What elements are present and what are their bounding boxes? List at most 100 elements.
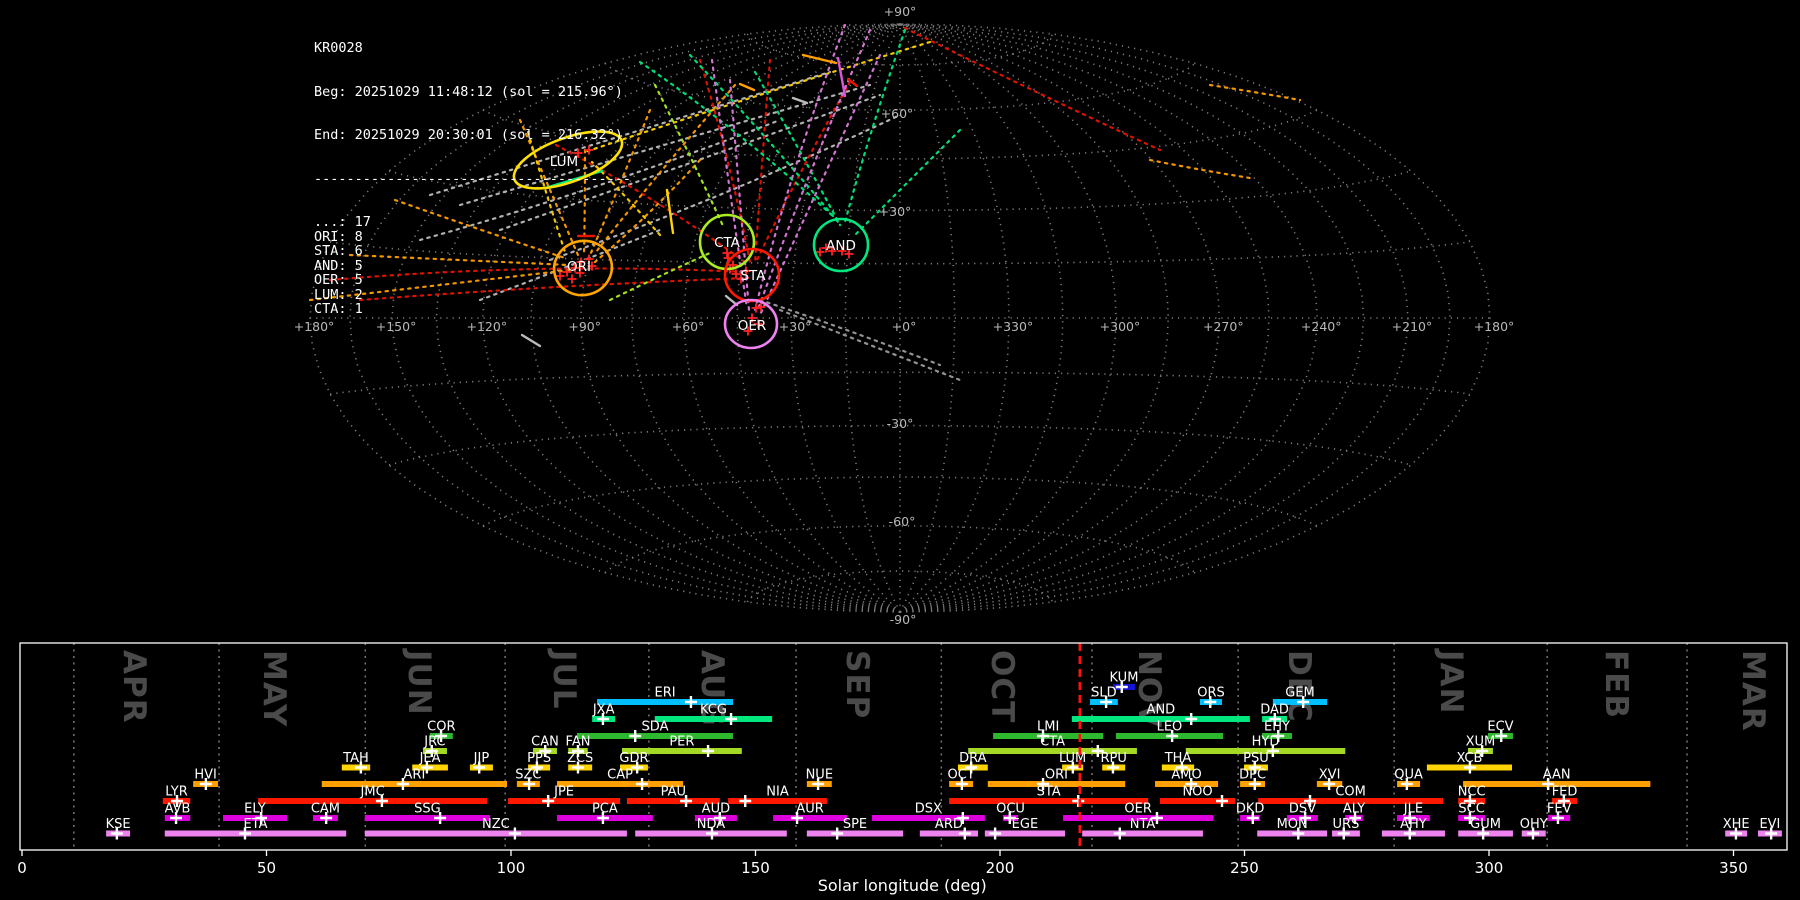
radiant-code-label: AND — [826, 238, 856, 254]
shower-code-label: DAD — [1260, 703, 1289, 718]
shower-code-label: MON — [1277, 817, 1308, 832]
shower-count-row: OER: 5 — [314, 272, 363, 288]
x-tick-label: 150 — [741, 859, 770, 877]
shower-code-label: SDA — [642, 720, 669, 735]
month-label: JUL — [546, 648, 582, 709]
shower-code-label: AUD — [702, 802, 730, 817]
shower-code-label: AHY — [1400, 817, 1427, 832]
grid-meridian — [899, 23, 1365, 613]
shower-code-label: CAP — [607, 768, 633, 783]
map-lon-label: +30° — [779, 319, 812, 334]
shower-code-label: GEM — [1285, 686, 1315, 701]
shower-peak-marker — [1113, 827, 1126, 840]
x-tick-label: 250 — [1230, 859, 1259, 877]
shower-code-label: DSX — [915, 802, 942, 817]
shower-code-label: JLE — [1403, 802, 1423, 817]
activity-timeline: APR MAY JUN JUL AUG SEP OCT NOV DEC JAN FEB MARKUME… — [17, 642, 1788, 895]
shower-code-label: OER — [1124, 802, 1151, 817]
grid-meridian — [899, 23, 1170, 613]
shower-code-label: ORI — [1045, 768, 1068, 783]
shower-OCT: OCT — [947, 768, 975, 790]
shower-SLD: SLD — [1089, 686, 1118, 708]
meteor-streak — [665, 188, 675, 235]
month-label: JAN — [1433, 648, 1469, 714]
shower-code-label: STA — [1037, 785, 1061, 800]
shower-code-label: AMO — [1171, 768, 1201, 783]
radiant-code-label: OER — [738, 318, 767, 334]
separator-line: --------------------------------------- — [314, 170, 631, 187]
map-lon-label: +60° — [672, 319, 705, 334]
shower-DPC: DPC — [1239, 768, 1266, 790]
map-lon-label: +90° — [568, 319, 601, 334]
shower-code-label: EHY — [1264, 720, 1290, 735]
shower-code-label: ELY — [244, 802, 266, 817]
shower-code-label: KUM — [1110, 671, 1139, 686]
shower-AUR: AUR — [773, 802, 847, 824]
shower-code-label: OCT — [947, 768, 974, 783]
map-lon-label: +330° — [993, 319, 1034, 334]
shower-code-label: CTA — [1040, 735, 1065, 750]
shower-code-label: DPC — [1239, 768, 1266, 783]
shower-SSG: SSG — [364, 802, 490, 824]
meteor-streak — [738, 82, 756, 92]
shower-code-label: AVB — [165, 802, 191, 817]
shower-XCB: XCB — [1426, 751, 1512, 774]
shower-code-label: DRA — [959, 751, 987, 766]
meteor-track — [903, 26, 1162, 152]
meteor-track — [1148, 158, 1252, 180]
meteor-streak — [520, 333, 542, 348]
x-tick-label: 100 — [497, 859, 526, 877]
meteor-streak — [791, 96, 809, 105]
shower-code-label: KCG — [700, 703, 727, 718]
shower-code-label: ZCS — [567, 751, 593, 766]
shower-code-label: COR — [427, 720, 455, 735]
shower-CAM: CAM — [311, 802, 340, 824]
shower-DSX: DSX — [871, 802, 985, 824]
shower-code-label: NTA — [1130, 817, 1156, 832]
month-label: OCT — [984, 650, 1020, 723]
shower-code-label: LMI — [1037, 720, 1059, 735]
shower-code-label: SZC — [515, 768, 541, 783]
month-label: MAY — [256, 650, 292, 727]
shower-NUE: NUE — [806, 768, 833, 790]
shower-count-list: ...: 17 ORI: 8 STA: 6 AND: 5 OER: 5 LUM: 2 CTA… — [314, 215, 631, 316]
shower-XHE: XHE — [1723, 817, 1750, 840]
shower-code-label: NZC — [482, 817, 510, 832]
shower-code-label: FED — [1552, 785, 1578, 800]
shower-code-label: QUA — [1394, 768, 1423, 783]
shower-peak-marker — [629, 730, 642, 742]
shower-KSE: KSE — [106, 817, 131, 840]
shower-code-label: PPS — [527, 751, 551, 766]
map-lat-label: +60° — [881, 106, 914, 121]
shower-count-row: CTA: 1 — [314, 301, 363, 317]
shower-peak-marker — [702, 745, 715, 757]
map-lon-label: +0° — [892, 319, 917, 334]
map-lat-label: -90° — [890, 612, 917, 627]
shower-code-label: GDR — [619, 751, 648, 766]
shower-ZCS: ZCS — [567, 751, 593, 774]
shower-code-label: ECV — [1487, 720, 1513, 735]
shower-peak-marker — [508, 827, 521, 840]
map-lon-label: +270° — [1203, 319, 1244, 334]
shower-KCG: KCG — [654, 703, 773, 725]
shower-URS: URS — [1332, 817, 1360, 840]
shower-STA: STA — [949, 785, 1149, 807]
shower-code-label: JEA — [419, 751, 441, 766]
x-tick-label: 50 — [257, 859, 276, 877]
meteor-track — [853, 128, 962, 237]
radiant-OER: OER — [723, 298, 779, 350]
shower-PCA: PCA — [556, 802, 653, 824]
shower-code-label: RPU — [1100, 751, 1126, 766]
month-label: MAR — [1735, 650, 1771, 732]
map-lon-label: +150° — [376, 319, 417, 334]
shower-RPU: RPU — [1100, 751, 1127, 774]
map-lat-label: -60° — [889, 514, 916, 529]
shower-code-label: AUR — [796, 802, 823, 817]
shower-code-label: ORS — [1197, 686, 1225, 701]
map-lon-label: +180° — [1474, 319, 1515, 334]
shower-code-label: ETA — [243, 817, 267, 832]
shower-count-row: ORI: 8 — [314, 228, 363, 245]
map-lat-label: -30° — [887, 416, 914, 431]
shower-JIP: JIP — [469, 751, 493, 774]
shower-OHY: OHY — [1520, 817, 1548, 840]
